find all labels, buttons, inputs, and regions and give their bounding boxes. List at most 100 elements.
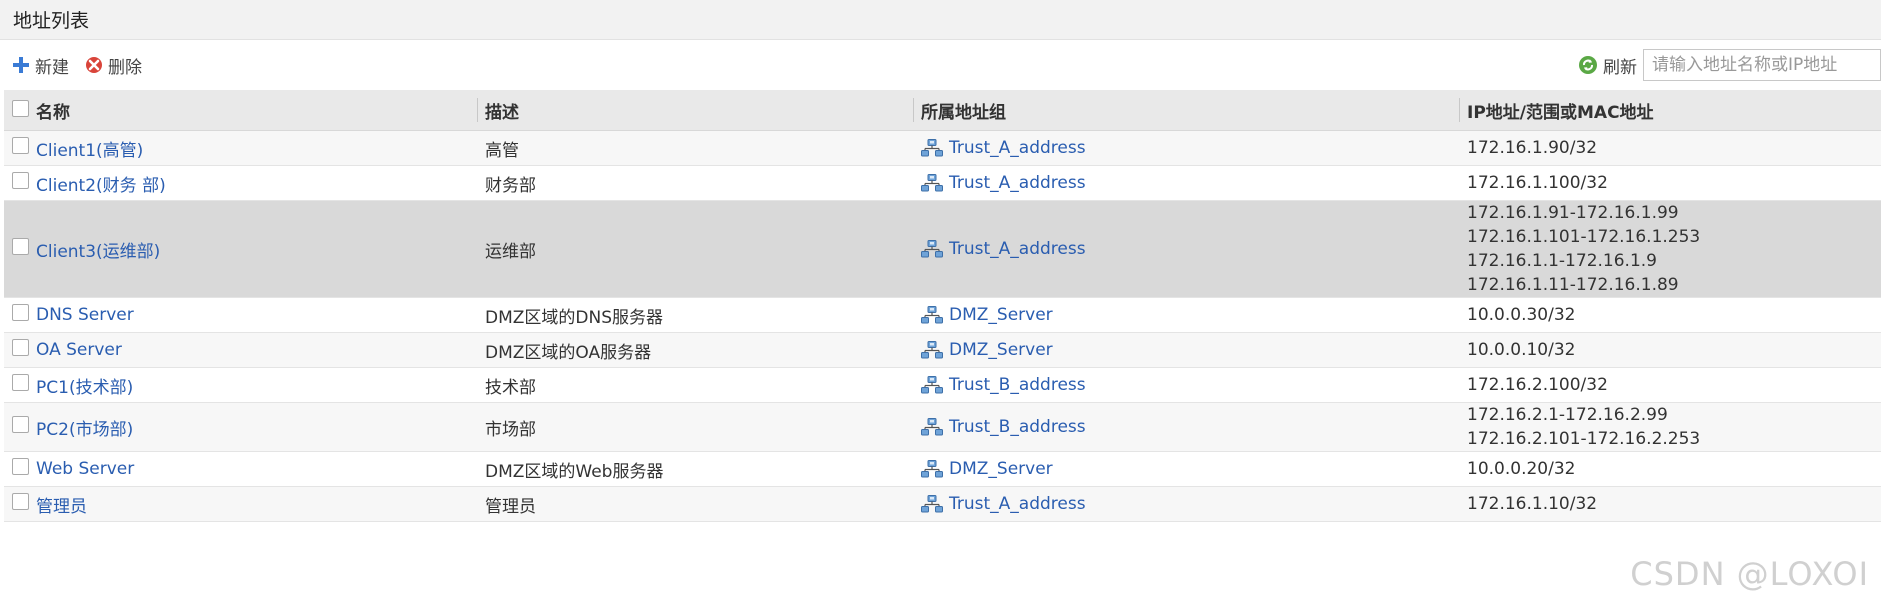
column-header-description[interactable]: 描述: [477, 90, 913, 131]
column-header-group-label: 所属地址组: [921, 102, 1006, 123]
refresh-button[interactable]: 刷新: [1578, 53, 1637, 78]
address-name-link[interactable]: 管理员: [36, 492, 87, 517]
address-group-link[interactable]: Trust_A_address: [949, 173, 1086, 193]
ip-value: 172.16.1.10/32: [1467, 494, 1598, 514]
description-cell: 财务部: [477, 165, 913, 201]
row-checkbox[interactable]: [12, 457, 29, 475]
table-row[interactable]: Client2(财务 部) 财务部 Trust_A_address 172.16…: [4, 165, 1881, 201]
table-row[interactable]: PC1(技术部) 技术部 Trust_B_address 172.16.2.10…: [4, 367, 1881, 403]
table-row[interactable]: OA Server DMZ区域的OA服务器 DMZ_Server 10.0.0.…: [4, 332, 1881, 368]
description-cell: 管理员: [477, 486, 913, 522]
row-checkbox[interactable]: [12, 237, 29, 255]
ip-cell: 172.16.2.100/32: [1459, 367, 1881, 403]
network-group-icon: [921, 139, 943, 157]
ip-value: 172.16.1.101-172.16.1.253: [1467, 227, 1701, 247]
row-checkbox[interactable]: [12, 303, 29, 321]
table-row[interactable]: Client1(高管) 高管 Trust_A_address 172.16.1.…: [4, 130, 1881, 166]
address-name-link[interactable]: Client2(财务 部): [36, 171, 166, 196]
network-group-icon: [921, 240, 943, 258]
group-cell: Trust_A_address: [913, 200, 1459, 298]
ip-value: 172.16.1.1-172.16.1.9: [1467, 251, 1657, 271]
address-name-link[interactable]: Client1(高管): [36, 136, 143, 161]
toolbar: 新建 删除 刷新: [0, 40, 1881, 90]
address-group-link[interactable]: DMZ_Server: [949, 459, 1053, 479]
column-header-name[interactable]: 名称: [4, 90, 477, 131]
description-cell: DMZ区域的Web服务器: [477, 451, 913, 487]
row-checkbox[interactable]: [12, 136, 29, 154]
description-cell: 运维部: [477, 200, 913, 298]
group-cell: DMZ_Server: [913, 332, 1459, 368]
row-checkbox[interactable]: [12, 338, 29, 356]
ip-value: 172.16.1.11-172.16.1.89: [1467, 275, 1679, 295]
address-group-link[interactable]: DMZ_Server: [949, 340, 1053, 360]
name-cell: Client3(运维部): [4, 200, 477, 298]
row-checkbox[interactable]: [12, 171, 29, 189]
ip-value: 10.0.0.10/32: [1467, 340, 1576, 360]
table-header-row: 名称 描述 所属地址组 IP地址/范围或MAC地址: [4, 90, 1881, 131]
table-row[interactable]: DNS Server DMZ区域的DNS服务器 DMZ_Server 10.0.…: [4, 297, 1881, 333]
description-cell: DMZ区域的DNS服务器: [477, 297, 913, 333]
ip-value: 172.16.1.90/32: [1467, 138, 1598, 158]
ip-cell: 172.16.1.100/32: [1459, 165, 1881, 201]
name-cell: Client2(财务 部): [4, 165, 477, 201]
table-row[interactable]: PC2(市场部) 市场部 Trust_B_address 172.16.2.1-…: [4, 402, 1881, 452]
ip-cell: 172.16.1.90/32: [1459, 130, 1881, 166]
address-name-link[interactable]: PC1(技术部): [36, 373, 133, 398]
table-row[interactable]: Client3(运维部) 运维部 Trust_A_address 172.16.…: [4, 200, 1881, 298]
plus-icon: [13, 57, 29, 73]
delete-button[interactable]: 删除: [85, 53, 142, 78]
description-cell: 技术部: [477, 367, 913, 403]
group-cell: Trust_A_address: [913, 130, 1459, 166]
address-name-link[interactable]: OA Server: [36, 340, 122, 360]
name-cell: PC2(市场部): [4, 402, 477, 452]
name-cell: DNS Server: [4, 297, 477, 333]
group-cell: Trust_B_address: [913, 402, 1459, 452]
ip-value: 10.0.0.30/32: [1467, 305, 1576, 325]
network-group-icon: [921, 376, 943, 394]
group-cell: Trust_A_address: [913, 486, 1459, 522]
delete-button-label: 删除: [108, 57, 142, 78]
column-header-ip[interactable]: IP地址/范围或MAC地址: [1459, 90, 1881, 131]
ip-value: 172.16.2.1-172.16.2.99: [1467, 405, 1668, 425]
search-input[interactable]: [1643, 49, 1881, 81]
address-group-link[interactable]: Trust_B_address: [949, 375, 1086, 395]
address-group-link[interactable]: Trust_A_address: [949, 138, 1086, 158]
refresh-button-label: 刷新: [1603, 57, 1637, 78]
name-cell: PC1(技术部): [4, 367, 477, 403]
ip-value: 172.16.1.100/32: [1467, 173, 1608, 193]
select-all-checkbox[interactable]: [12, 99, 29, 117]
network-group-icon: [921, 495, 943, 513]
network-group-icon: [921, 174, 943, 192]
ip-cell: 10.0.0.20/32: [1459, 451, 1881, 487]
row-checkbox[interactable]: [12, 373, 29, 391]
address-group-link[interactable]: DMZ_Server: [949, 305, 1053, 325]
address-group-link[interactable]: Trust_B_address: [949, 417, 1086, 437]
ip-value: 10.0.0.20/32: [1467, 459, 1576, 479]
ip-value: 172.16.2.101-172.16.2.253: [1467, 429, 1701, 449]
column-header-group[interactable]: 所属地址组: [913, 90, 1459, 131]
address-name-link[interactable]: Web Server: [36, 459, 134, 479]
address-name-link[interactable]: PC2(市场部): [36, 415, 133, 440]
name-cell: OA Server: [4, 332, 477, 368]
ip-value: 172.16.2.100/32: [1467, 375, 1608, 395]
address-name-link[interactable]: DNS Server: [36, 305, 134, 325]
name-cell: 管理员: [4, 486, 477, 522]
new-button-label: 新建: [35, 57, 69, 78]
address-name-link[interactable]: Client3(运维部): [36, 237, 160, 262]
new-button[interactable]: 新建: [12, 53, 69, 78]
column-header-description-label: 描述: [485, 102, 519, 123]
address-group-link[interactable]: Trust_A_address: [949, 494, 1086, 514]
table-row[interactable]: Web Server DMZ区域的Web服务器 DMZ_Server 10.0.…: [4, 451, 1881, 487]
row-checkbox[interactable]: [12, 492, 29, 510]
description-cell: 高管: [477, 130, 913, 166]
page-title: 地址列表: [13, 10, 90, 32]
address-group-link[interactable]: Trust_A_address: [949, 239, 1086, 259]
network-group-icon: [921, 306, 943, 324]
ip-cell: 172.16.2.1-172.16.2.99 172.16.2.101-172.1…: [1459, 402, 1881, 452]
table-row[interactable]: 管理员 管理员 Trust_A_address 172.16.1.10/32: [4, 486, 1881, 522]
row-checkbox[interactable]: [12, 415, 29, 433]
network-group-icon: [921, 418, 943, 436]
network-group-icon: [921, 341, 943, 359]
description-cell: DMZ区域的OA服务器: [477, 332, 913, 368]
description-cell: 市场部: [477, 402, 913, 452]
